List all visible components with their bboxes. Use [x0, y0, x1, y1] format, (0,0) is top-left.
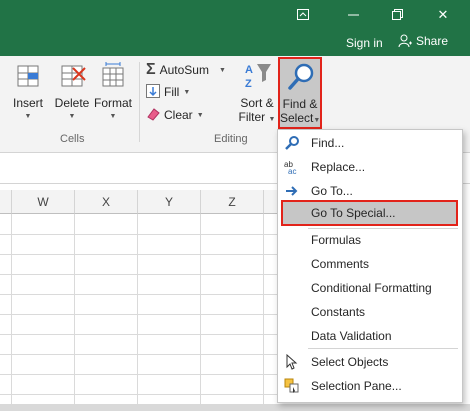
menu-item-label: Selection Pane...: [311, 379, 402, 393]
menu-item-data-validation[interactable]: Data Validation: [278, 324, 462, 348]
chevron-down-icon: ▼: [196, 111, 204, 119]
menu-divider: [308, 348, 458, 349]
sigma-icon: Σ: [146, 61, 156, 78]
select-objects-icon: [284, 353, 300, 370]
svg-text:Z: Z: [245, 78, 252, 90]
find-select-line2: Select▼: [280, 111, 321, 125]
delete-cells-icon: [56, 60, 88, 92]
grid-line: [0, 234, 280, 235]
go-to-arrow-icon: [284, 183, 300, 199]
menu-item-replace[interactable]: ab ac Replace...: [278, 155, 462, 179]
find-select-button[interactable]: Find & Select▼: [278, 57, 322, 129]
menu-item-label: Replace...: [311, 160, 366, 174]
editing-group-label: Editing: [214, 133, 248, 145]
minimize-icon[interactable]: [338, 0, 368, 30]
column-header-w[interactable]: W: [12, 190, 75, 214]
find-select-menu: Find... abac Replace... Go To... Go To S…: [277, 129, 463, 403]
sort-filter-button[interactable]: AZ Sort & Filter ▼: [236, 60, 278, 127]
chevron-down-icon: ▼: [313, 117, 321, 124]
menu-item-constants[interactable]: Constants: [278, 300, 462, 324]
restore-icon[interactable]: [382, 0, 412, 30]
group-divider: [139, 62, 140, 142]
menu-item-selection-pane[interactable]: Selection Pane...: [278, 374, 462, 398]
menu-item-comments[interactable]: Comments: [278, 252, 462, 276]
format-cells-icon: [97, 60, 129, 92]
grid-line: [0, 374, 280, 375]
menu-item-label: Constants: [311, 305, 366, 319]
replace-icon: ab ac: [284, 159, 300, 176]
clear-label: Clear: [164, 108, 193, 122]
autosum-label: AutoSum: [159, 63, 209, 77]
fill-button[interactable]: Fill ▼: [146, 83, 190, 101]
clear-button[interactable]: Clear ▼: [146, 106, 204, 124]
menu-item-formulas[interactable]: Formulas: [278, 228, 462, 252]
column-header-y[interactable]: Y: [138, 190, 201, 214]
grid-line: [137, 214, 138, 411]
sort-filter-line2: Filter ▼: [238, 110, 276, 124]
find-icon: [284, 135, 300, 151]
close-icon[interactable]: ✕: [428, 0, 458, 30]
grid-line: [0, 334, 280, 335]
menu-item-label: Conditional Formatting: [311, 281, 432, 295]
menu-item-label: Go To...: [311, 184, 353, 198]
grid-line: [0, 314, 280, 315]
format-button[interactable]: Format ▼: [92, 60, 134, 124]
sign-in-link[interactable]: Sign in: [346, 36, 383, 50]
grid-line: [0, 394, 280, 395]
grid-line: [0, 294, 280, 295]
insert-button[interactable]: Insert ▼: [8, 60, 48, 124]
menu-item-label: Find...: [311, 136, 345, 150]
sort-filter-line1: Sort &: [240, 96, 274, 110]
user-icon: [398, 34, 412, 48]
column-header-x[interactable]: X: [75, 190, 138, 214]
chevron-down-icon: ▼: [68, 113, 76, 120]
find-select-line1: Find &: [282, 97, 318, 111]
chevron-down-icon: ▼: [109, 113, 117, 120]
sort-filter-icon: AZ: [241, 60, 273, 92]
share-label: Share: [416, 34, 449, 48]
ribbon-display-options-icon[interactable]: [288, 0, 318, 30]
grid-line: [200, 214, 201, 411]
cells-group-label: Cells: [60, 133, 85, 145]
grid-line: [0, 354, 280, 355]
chevron-down-icon: ▼: [183, 88, 191, 96]
fill-label: Fill: [164, 85, 180, 99]
chevron-down-icon: ▼: [218, 66, 226, 74]
menu-item-label: Comments: [311, 257, 370, 271]
svg-text:A: A: [245, 64, 253, 76]
go-to-special-label[interactable]: Go To Special...: [311, 206, 396, 220]
grid-line: [0, 254, 280, 255]
eraser-icon: [146, 107, 160, 124]
column-header-z[interactable]: Z: [201, 190, 264, 214]
fill-down-icon: [146, 83, 160, 101]
autosum-button[interactable]: Σ AutoSum ▼: [146, 61, 226, 79]
menu-item-find[interactable]: Find...: [278, 131, 462, 155]
delete-label: Delete: [54, 96, 90, 110]
column-header-partial[interactable]: [0, 190, 12, 214]
menu-item-label: Select Objects: [311, 355, 389, 369]
chevron-down-icon: ▼: [24, 113, 32, 120]
format-label: Format: [93, 96, 132, 110]
insert-label: Insert: [12, 96, 43, 110]
delete-button[interactable]: Delete ▼: [52, 60, 92, 124]
insert-cells-icon: [12, 60, 44, 92]
bottom-edge: [0, 404, 470, 411]
share-button[interactable]: Share: [398, 34, 448, 48]
grid-line: [74, 214, 75, 411]
title-bar: ✕: [0, 0, 470, 30]
grid-line: [263, 214, 264, 411]
selection-pane-icon: [284, 378, 300, 394]
menu-item-label: Formulas: [311, 233, 362, 247]
menu-item-conditional-formatting[interactable]: Conditional Formatting: [278, 276, 462, 300]
magnifier-icon: [285, 61, 317, 96]
menu-item-label: Data Validation: [311, 329, 392, 343]
grid-line: [11, 214, 12, 411]
grid-line: [0, 274, 280, 275]
menu-item-select-objects[interactable]: Select Objects: [278, 350, 462, 374]
svg-text:ac: ac: [288, 167, 296, 175]
chevron-down-icon: ▼: [268, 116, 276, 123]
account-bar: Sign in Share: [0, 30, 470, 56]
